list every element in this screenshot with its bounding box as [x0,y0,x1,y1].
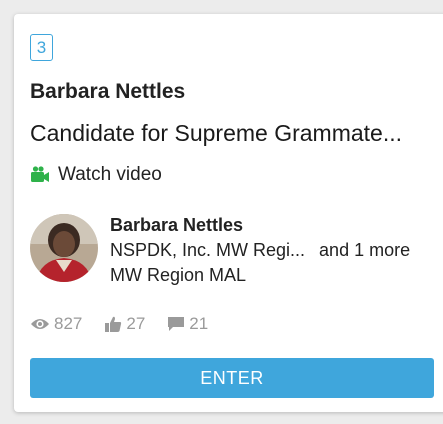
comments-count: 21 [189,314,209,333]
watch-video-link[interactable]: Watch video [30,164,162,186]
comments-stat[interactable]: 21 [167,314,208,334]
stats-row: 827 27 21 [30,314,208,334]
entry-name: Barbara Nettles [30,80,186,103]
rank-badge: 3 [30,34,53,61]
views-stat: 827 [30,314,82,334]
views-count: 827 [54,314,83,333]
likes-stat[interactable]: 27 [104,314,145,334]
more-affiliations-link[interactable]: and 1 more [319,237,410,263]
comment-icon [167,315,185,333]
affiliation-row: NSPDK, Inc. MW Regi... and 1 more [110,237,443,263]
profile-info: Barbara Nettles NSPDK, Inc. MW Regi... a… [110,214,443,287]
entry-card[interactable]: 3 Barbara Nettles Candidate for Supreme … [14,14,443,412]
profile-name[interactable]: Barbara Nettles [110,214,443,237]
eye-icon [30,317,50,331]
affiliation-primary: NSPDK, Inc. MW Regi... [110,240,306,260]
likes-count: 27 [126,314,146,333]
thumbs-up-icon [104,315,122,333]
affiliation-secondary: MW Region MAL [110,265,247,285]
entry-title: Candidate for Supreme Grammate... [30,120,402,146]
enter-button[interactable]: ENTER [30,358,434,398]
avatar[interactable] [30,214,98,282]
video-camera-icon [30,165,50,185]
watch-video-label: Watch video [58,164,162,185]
